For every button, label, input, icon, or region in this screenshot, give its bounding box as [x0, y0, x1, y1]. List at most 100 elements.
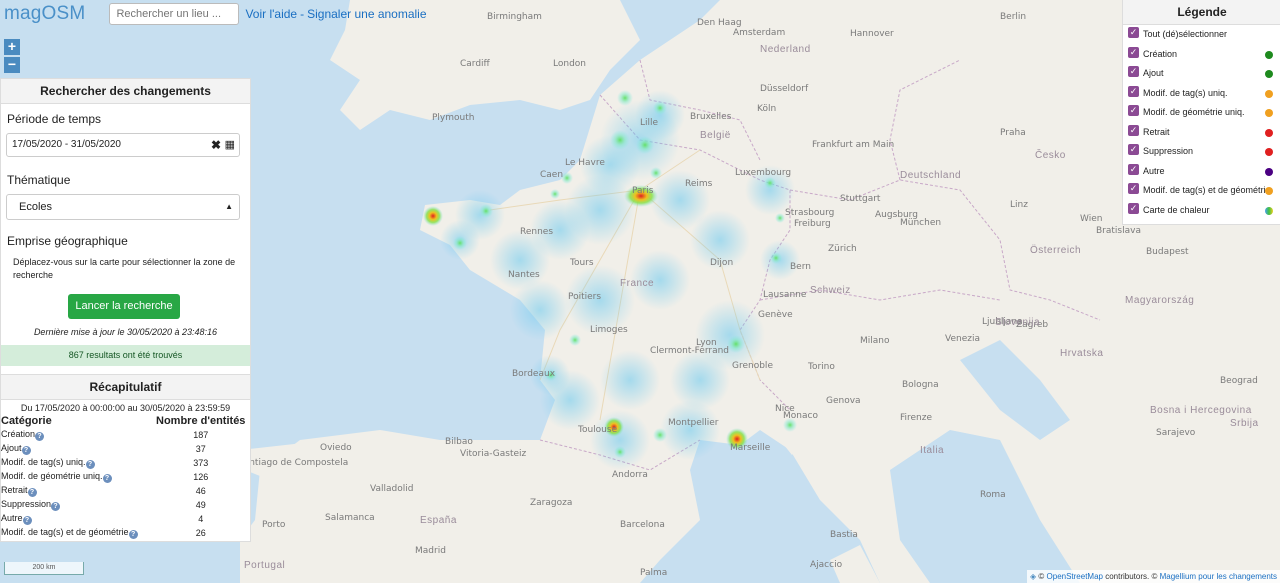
- legend-item[interactable]: ✓ Autre: [1123, 162, 1280, 182]
- map-label-wien: Wien: [1080, 214, 1103, 224]
- magellium-link[interactable]: Magellium pour les changements: [1160, 572, 1277, 581]
- map-label-le-havre: Le Havre: [565, 158, 605, 168]
- map-label-bratislava: Bratislava: [1096, 226, 1141, 236]
- help-icon[interactable]: ?: [102, 474, 112, 483]
- help-link[interactable]: Voir l'aide: [245, 7, 297, 21]
- calendar-icon[interactable]: ▦: [225, 134, 235, 156]
- map-country-slovenija: Slovenija: [995, 317, 1041, 328]
- map-label-budapest: Budapest: [1146, 247, 1189, 257]
- map-label-milano: Milano: [860, 336, 890, 346]
- checkbox-checked-icon[interactable]: ✓: [1128, 163, 1139, 175]
- checkbox-checked-icon[interactable]: ✓: [1128, 46, 1139, 58]
- help-icon[interactable]: ?: [22, 516, 32, 525]
- map-country-espana: España: [420, 515, 457, 526]
- help-icon[interactable]: ?: [51, 502, 61, 511]
- period-value: 17/05/2020 - 31/05/2020: [12, 139, 121, 150]
- map-label-bologna: Bologna: [902, 380, 939, 390]
- help-icon[interactable]: ?: [128, 530, 138, 539]
- map-label-caen: Caen: [540, 170, 564, 180]
- clear-icon[interactable]: ✖: [211, 134, 221, 156]
- help-icon[interactable]: ?: [35, 432, 45, 441]
- legend-label: Modif. de tag(s) uniq.: [1143, 87, 1228, 98]
- row-count: 373: [193, 458, 209, 468]
- theme-select[interactable]: Ecoles ▲: [6, 194, 240, 220]
- map-label-amsterdam: Amsterdam: [733, 28, 786, 38]
- legend-color-dot: [1265, 109, 1273, 117]
- app-logo[interactable]: magOSM: [4, 3, 85, 25]
- search-panel: Rechercher des changements Période de te…: [0, 78, 251, 542]
- period-field[interactable]: 17/05/2020 - 31/05/2020 ✖ ▦: [6, 133, 240, 157]
- panel-title: Rechercher des changements: [1, 79, 250, 104]
- checkbox-checked-icon[interactable]: ✓: [1128, 124, 1139, 136]
- map-label-salamanca: Salamanca: [325, 513, 375, 523]
- legend-item[interactable]: ✓ Ajout: [1123, 64, 1280, 84]
- table-row: Retrait? 46: [1, 484, 250, 498]
- map-label-augsburg: Augsburg: [875, 210, 918, 220]
- map-label-geneve: Genève: [758, 310, 793, 320]
- checkbox-checked-icon[interactable]: ✓: [1128, 85, 1139, 97]
- checkbox-checked-icon[interactable]: ✓: [1128, 27, 1139, 38]
- map-label-rennes: Rennes: [520, 227, 554, 237]
- legend-color-dot: [1265, 128, 1273, 137]
- legend-label: Modif. de géométrie uniq.: [1143, 107, 1245, 117]
- legend-title: Légende: [1123, 0, 1280, 25]
- launch-search-button[interactable]: Lancer la recherche: [68, 294, 180, 319]
- link-separator: -: [300, 7, 305, 21]
- scale-bar: 200 km: [4, 562, 84, 575]
- results-count: 867 resultats ont été trouvés: [1, 345, 250, 366]
- row-label: Création: [1, 429, 36, 439]
- legend-color-dot: [1265, 187, 1273, 195]
- legend-item[interactable]: ✓ Modif. de géométrie uniq.: [1123, 103, 1280, 123]
- zoom-out-button[interactable]: −: [4, 57, 20, 73]
- map-label-ajaccio: Ajaccio: [810, 560, 843, 570]
- checkbox-checked-icon[interactable]: ✓: [1128, 144, 1139, 155]
- map-label-beograd: Beograd: [1220, 376, 1258, 386]
- map-label-bastia: Bastia: [830, 530, 858, 540]
- legend-item[interactable]: ✓ Carte de chaleur: [1123, 201, 1280, 221]
- row-count: 37: [195, 444, 206, 454]
- legend-item[interactable]: ✓ Création: [1123, 45, 1280, 65]
- map-country-cesko: Česko: [1035, 150, 1066, 161]
- checkbox-checked-icon[interactable]: ✓: [1128, 105, 1139, 116]
- row-count: 126: [193, 472, 209, 482]
- checkbox-checked-icon[interactable]: ✓: [1128, 66, 1139, 77]
- legend-label: Autre: [1143, 165, 1165, 176]
- map-label-palma: Palma: [640, 568, 668, 578]
- map-country-belgie: België: [700, 130, 731, 141]
- map-label-luxembourg: Luxembourg: [735, 168, 792, 178]
- map-country-nederland: Nederland: [760, 44, 811, 55]
- zoom-in-button[interactable]: +: [4, 39, 20, 55]
- help-icon[interactable]: ?: [27, 488, 37, 497]
- attribution-contrib: contributors. ©: [1103, 572, 1160, 581]
- legend-item[interactable]: ✓ Retrait: [1123, 123, 1280, 143]
- legend-panel: Légende ✓ Tout (dé)sélectionner ✓ Création…: [1122, 0, 1280, 225]
- row-label: Modif. de tag(s) et de géométrie: [1, 527, 129, 537]
- map-label-plymouth: Plymouth: [432, 113, 475, 123]
- table-row: Ajout? 37: [1, 442, 250, 456]
- map-label-birmingham: Birmingham: [487, 12, 542, 22]
- help-icon[interactable]: ?: [85, 460, 95, 469]
- map-label-den-haag: Den Haag: [697, 18, 742, 28]
- row-count: 4: [198, 514, 204, 524]
- legend-item[interactable]: ✓ Suppression: [1123, 142, 1280, 162]
- table-row: Modif. de géométrie uniq.? 126: [1, 470, 250, 484]
- map-label-zurich: Zürich: [828, 244, 857, 254]
- map-label-toulouse: Toulouse: [578, 425, 618, 435]
- legend-color-dot: [1265, 148, 1273, 156]
- search-input[interactable]: [109, 3, 240, 25]
- map-label-lausanne: Lausanne: [763, 290, 807, 300]
- osm-link[interactable]: OpenStreetMap: [1047, 572, 1103, 581]
- legend-item[interactable]: ✓ Tout (dé)sélectionner: [1123, 25, 1280, 45]
- map-label-santiago: Santiago de Compostela: [238, 458, 349, 468]
- legend-item[interactable]: ✓ Modif. de tag(s) et de géométrie: [1123, 181, 1280, 201]
- map-label-torino: Torino: [808, 362, 835, 372]
- map-country-portugal: Portugal: [244, 560, 286, 571]
- map-label-paris: Paris: [632, 186, 654, 196]
- legend-item[interactable]: ✓ Modif. de tag(s) uniq.: [1123, 84, 1280, 104]
- legend-label: Modif. de tag(s) et de géométrie: [1143, 185, 1271, 195]
- map-label-monaco: Monaco: [783, 411, 818, 421]
- report-anomaly-link[interactable]: Signaler une anomalie: [307, 7, 426, 21]
- help-icon[interactable]: ?: [21, 446, 31, 455]
- checkbox-checked-icon[interactable]: ✓: [1128, 202, 1139, 214]
- checkbox-checked-icon[interactable]: ✓: [1128, 183, 1139, 194]
